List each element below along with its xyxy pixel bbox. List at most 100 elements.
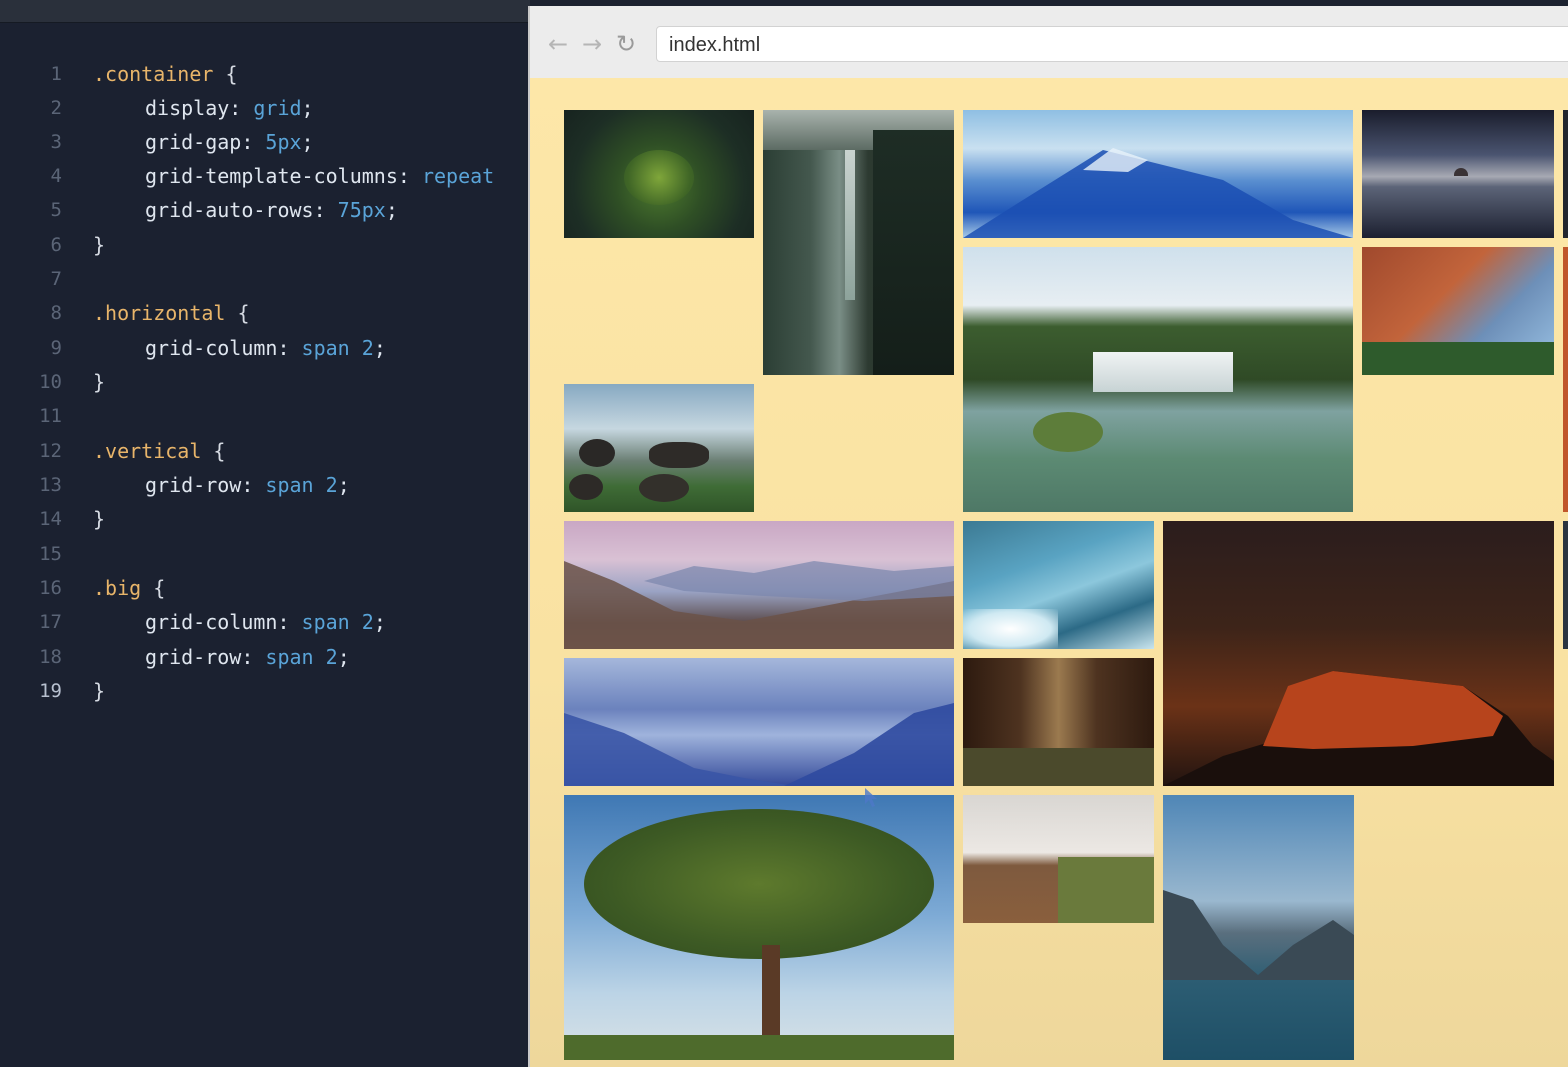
line-number: 8 [50,302,62,324]
line-number: 10 [39,371,62,393]
code-line[interactable]: 14 } [0,502,530,536]
code-line[interactable]: 3 grid-gap: 5px; [0,125,530,159]
tree-trunk [762,945,780,1040]
code-line[interactable]: 18 grid-row: span 2; [0,640,530,674]
page-viewport [530,78,1568,1067]
code-line[interactable]: 1 .container { [0,57,530,91]
css-property: grid-row: [145,473,254,497]
reeds [1033,412,1103,452]
line-number: 5 [50,199,62,221]
css-property: grid-auto-rows: [145,198,326,222]
css-value: 75px [337,198,386,222]
reload-icon[interactable]: ↻ [612,30,640,58]
line-number: 13 [39,474,62,496]
pine-tree [873,130,954,375]
css-property: grid-template-columns: [145,164,410,188]
code-editor[interactable]: 1 .container { 2 display: grid; 3 grid-g… [0,0,530,1067]
blue-misty-mountains-photo [564,658,954,786]
line-number: 9 [50,337,62,359]
line-number: 1 [50,63,62,85]
css-selector: .horizontal [93,301,226,325]
code-line[interactable]: 6 } [0,228,530,262]
line-number: 7 [50,268,62,290]
code-line[interactable]: 2 display: grid; [0,91,530,125]
css-value: span [265,473,314,497]
mountain-lake-reflection-photo [1163,795,1354,1060]
css-property: grid-column: [145,610,290,634]
red-mesa-night-photo [1163,521,1554,786]
css-property: grid-row: [145,645,254,669]
browser-window: ← → ↻ index.html [528,6,1568,1067]
waterfall-lake-photo [963,247,1353,512]
code-line[interactable]: 5 grid-auto-rows: 75px; [0,193,530,227]
css-selector: .big [93,576,142,600]
code-line[interactable]: 16 .big { [0,571,530,605]
forest-moss-photo [564,110,754,238]
code-line[interactable]: 11 [0,399,530,433]
code-line[interactable]: 19 } [0,674,530,708]
boulder [649,442,709,468]
dark-forest-path-photo [963,658,1154,786]
line-number: 11 [39,405,62,427]
code-line[interactable]: 12 .vertical { [0,434,530,468]
editor-title-bar [0,0,530,23]
line-number: 3 [50,131,62,153]
mountain-shape [564,703,954,786]
line-number: 14 [39,508,62,530]
pink-mountain-range-photo [564,521,954,649]
line-number: 17 [39,611,62,633]
partial-photo-right [1563,110,1568,238]
green-field [1058,857,1154,923]
grass [564,1035,954,1060]
code-line[interactable]: 8 .horizontal { [0,296,530,330]
code-line[interactable]: 10 } [0,365,530,399]
code-line[interactable]: 7 [0,262,530,296]
big-tree-photo [564,795,954,1060]
line-number: 19 [39,680,62,702]
code-line[interactable]: 15 [0,537,530,571]
line-number: 15 [39,543,62,565]
partial-photo-right [1563,521,1568,649]
island-shape [1454,168,1468,176]
mouse-cursor-icon [865,788,877,807]
css-property: grid-column: [145,336,290,360]
boulders-field-photo [564,384,754,512]
css-property: display: [145,96,242,120]
boulder [579,439,615,467]
code-line[interactable]: 17 grid-column: span 2; [0,605,530,639]
browser-toolbar: ← → ↻ index.html [530,6,1568,79]
river-rapids-photo [963,521,1154,649]
forward-arrow-icon[interactable]: → [578,30,606,58]
code-line[interactable]: 4 grid-template-columns: repeat [0,159,530,193]
back-arrow-icon[interactable]: ← [544,30,572,58]
waterfall-stream [845,150,855,300]
css-value: 5px [265,130,302,154]
address-bar[interactable]: index.html [656,26,1568,62]
moss-shape [624,150,694,205]
greenery [1362,342,1554,375]
css-property: grid-gap: [145,130,254,154]
waterfall-cascade [1093,352,1233,392]
waterfall-forest-photo [763,110,954,375]
tree-canopy [584,809,934,959]
css-value: span [301,336,350,360]
line-number: 6 [50,234,62,256]
field-horizon-photo [963,795,1154,923]
css-value: span [265,645,314,669]
red-rock-waterfall-photo [1362,247,1554,375]
partial-photo-right [1563,247,1568,512]
code-line[interactable]: 9 grid-column: span 2; [0,331,530,365]
mesa-shape [1163,671,1554,786]
forest-floor [963,748,1154,786]
css-value: repeat [421,164,495,188]
code-line[interactable]: 13 grid-row: span 2; [0,468,530,502]
water-foam [963,609,1058,649]
boulder [569,474,603,500]
css-selector: .container [93,62,214,86]
line-number: 4 [50,165,62,187]
line-number: 16 [39,577,62,599]
mountain-shape [1163,890,1354,980]
blue-mountain-clouds-photo [963,110,1353,238]
mountain-shape [963,148,1353,238]
css-selector: .vertical [93,439,202,463]
